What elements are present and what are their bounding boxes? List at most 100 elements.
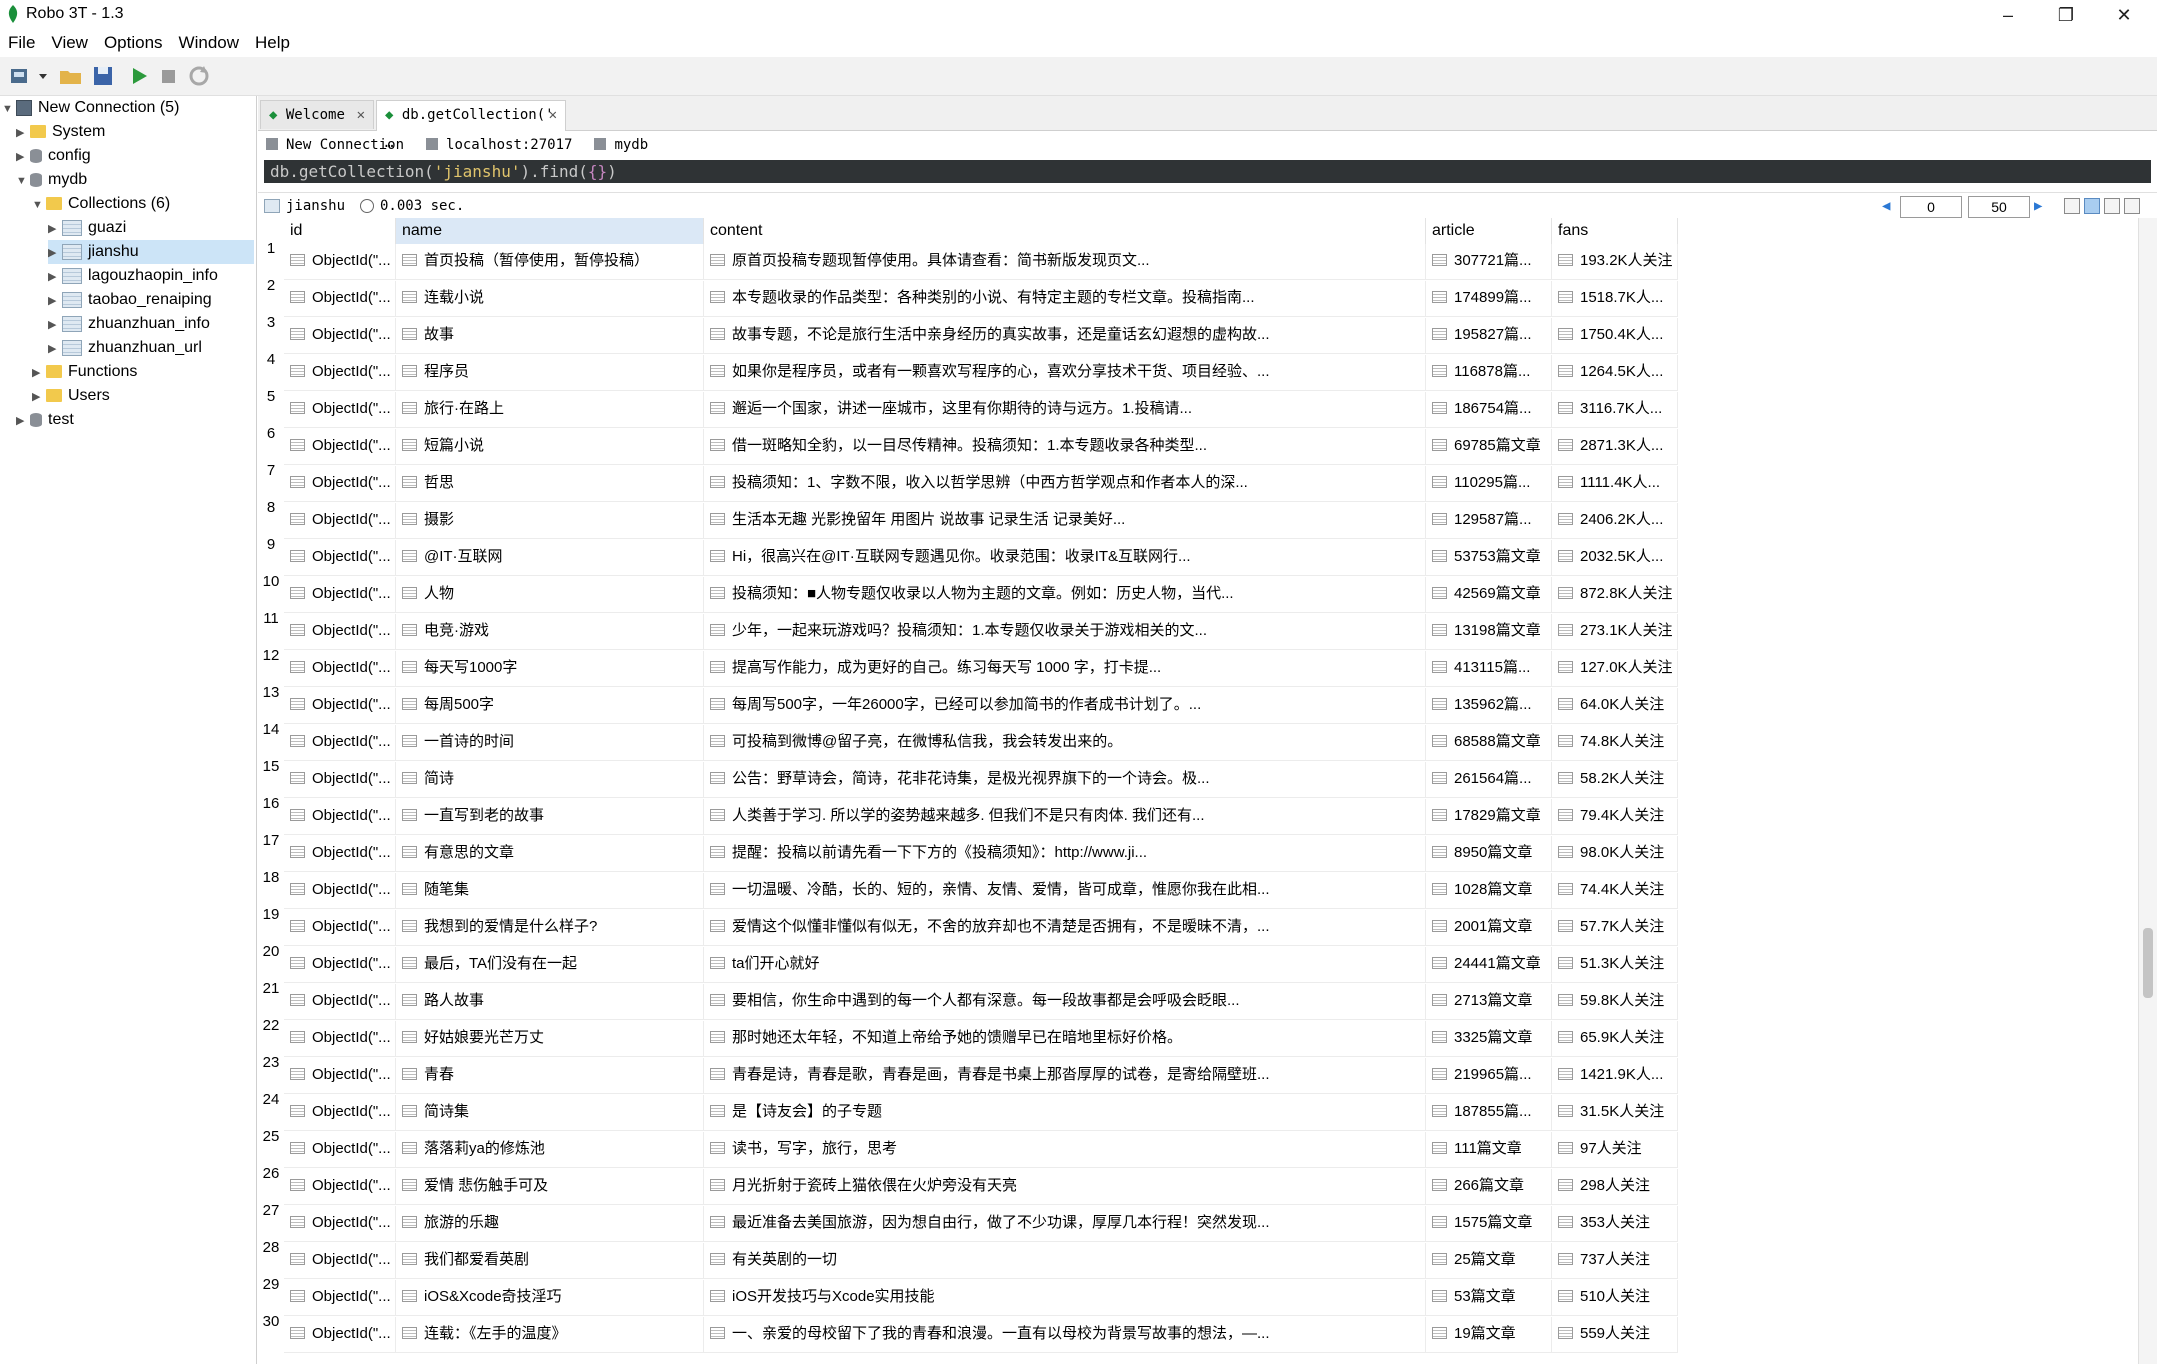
expand-arrow-icon[interactable]: ▶ xyxy=(32,361,46,385)
cell-id[interactable]: ObjectId("... xyxy=(284,762,396,798)
cell-name[interactable]: 故事 xyxy=(396,318,704,354)
open-folder-icon[interactable] xyxy=(58,63,84,89)
tree-collection-zhuanzhuan-info[interactable]: ▶ zhuanzhuan_info xyxy=(48,312,210,336)
cell-content[interactable]: 故事专题，不论是旅行生活中亲身经历的真实故事，还是童话玄幻遐想的虚构故... xyxy=(704,318,1426,354)
save-icon[interactable] xyxy=(90,63,116,89)
cell-fans[interactable]: 273.1K人关注 xyxy=(1552,614,1678,650)
cell-name[interactable]: 路人故事 xyxy=(396,984,704,1020)
menu-help[interactable]: Help xyxy=(247,30,298,56)
cell-fans[interactable]: 353人关注 xyxy=(1552,1206,1678,1242)
tree-config[interactable]: ▶ config xyxy=(16,144,91,168)
cell-id[interactable]: ObjectId("... xyxy=(284,614,396,650)
tree-collection-jianshu[interactable]: ▶ jianshu xyxy=(48,240,254,264)
cell-fans[interactable]: 74.4K人关注 xyxy=(1552,873,1678,909)
cell-article[interactable]: 111篇文章 xyxy=(1426,1132,1552,1168)
cell-name[interactable]: 我想到的爱情是什么样子? xyxy=(396,910,704,946)
cell-article[interactable]: 413115篇... xyxy=(1426,651,1552,687)
tree-test[interactable]: ▶ test xyxy=(16,408,74,432)
menu-view[interactable]: View xyxy=(43,30,96,56)
cell-article[interactable]: 307721篇... xyxy=(1426,244,1552,280)
cell-id[interactable]: ObjectId("... xyxy=(284,503,396,539)
cell-article[interactable]: 1028篇文章 xyxy=(1426,873,1552,909)
cell-name[interactable]: 连载：《左手的温度》 xyxy=(396,1317,704,1353)
cell-id[interactable]: ObjectId("... xyxy=(284,540,396,576)
cell-article[interactable]: 187855篇... xyxy=(1426,1095,1552,1131)
cell-id[interactable]: ObjectId("... xyxy=(284,429,396,465)
cell-content[interactable]: iOS开发技巧与Xcode实用技能 xyxy=(704,1280,1426,1316)
connect-icon[interactable] xyxy=(8,63,34,89)
cell-name[interactable]: 青春 xyxy=(396,1058,704,1094)
cell-article[interactable]: 53753篇文章 xyxy=(1426,540,1552,576)
cell-fans[interactable]: 74.8K人关注 xyxy=(1552,725,1678,761)
cell-fans[interactable]: 298人关注 xyxy=(1552,1169,1678,1205)
cell-content[interactable]: 可投稿到微博@留子亮，在微博私信我，我会转发出来的。 xyxy=(704,725,1426,761)
cell-fans[interactable]: 79.4K人关注 xyxy=(1552,799,1678,835)
page-from-input[interactable]: 0 xyxy=(1900,196,1962,218)
expand-arrow-icon[interactable]: ▶ xyxy=(48,289,62,313)
cell-id[interactable]: ObjectId("... xyxy=(284,1280,396,1316)
cell-id[interactable]: ObjectId("... xyxy=(284,1243,396,1279)
tree-collection-taobao[interactable]: ▶ taobao_renaiping xyxy=(48,288,212,312)
scrollbar-thumb[interactable] xyxy=(2143,928,2153,998)
cell-name[interactable]: 好姑娘要光芒万丈 xyxy=(396,1021,704,1057)
cell-fans[interactable]: 59.8K人关注 xyxy=(1552,984,1678,1020)
column-header-name[interactable]: name xyxy=(396,218,704,244)
cell-name[interactable]: iOS&Xcode奇技淫巧 xyxy=(396,1280,704,1316)
cell-id[interactable]: ObjectId("... xyxy=(284,577,396,613)
column-header-article[interactable]: article xyxy=(1426,218,1552,244)
cell-content[interactable]: 本专题收录的作品类型：各种类别的小说、有特定主题的专栏文章。投稿指南... xyxy=(704,281,1426,317)
cell-id[interactable]: ObjectId("... xyxy=(284,725,396,761)
cell-article[interactable]: 186754篇... xyxy=(1426,392,1552,428)
cell-id[interactable]: ObjectId("... xyxy=(284,688,396,724)
cell-article[interactable]: 1575篇文章 xyxy=(1426,1206,1552,1242)
cell-id[interactable]: ObjectId("... xyxy=(284,1095,396,1131)
cell-id[interactable]: ObjectId("... xyxy=(284,799,396,835)
cell-fans[interactable]: 65.9K人关注 xyxy=(1552,1021,1678,1057)
cell-content[interactable]: 一、亲爱的母校留下了我的青春和浪漫。一直有以母校为背景写故事的想法，—... xyxy=(704,1317,1426,1353)
cell-name[interactable]: 简诗 xyxy=(396,762,704,798)
cell-content[interactable]: 是【诗友会】的子专题 xyxy=(704,1095,1426,1131)
cell-content[interactable]: 投稿须知：1、字数不限，收入以哲学思辨（中西方哲学观点和作者本人的深... xyxy=(704,466,1426,502)
menu-options[interactable]: Options xyxy=(96,30,171,56)
cell-content[interactable]: 青春是诗，青春是歌，青春是画，青春是书桌上那沓厚厚的试卷，是寄给隔壁班... xyxy=(704,1058,1426,1094)
cell-content[interactable]: 那时她还太年轻，不知道上帝给予她的馈赠早已在暗地里标好价格。 xyxy=(704,1021,1426,1057)
cell-name[interactable]: 一首诗的时间 xyxy=(396,725,704,761)
cell-name[interactable]: 旅行·在路上 xyxy=(396,392,704,428)
close-tab-icon[interactable]: ✕ xyxy=(549,101,557,129)
cell-id[interactable]: ObjectId("... xyxy=(284,466,396,502)
cell-fans[interactable]: 64.0K人关注 xyxy=(1552,688,1678,724)
cell-name[interactable]: 首页投稿（暂停使用，暂停投稿） xyxy=(396,244,704,280)
cell-content[interactable]: 提高写作能力，成为更好的自己。练习每天写 1000 字，打卡提... xyxy=(704,651,1426,687)
tree-system[interactable]: ▶ System xyxy=(16,120,105,144)
menu-file[interactable]: File xyxy=(0,30,43,56)
cell-id[interactable]: ObjectId("... xyxy=(284,947,396,983)
expand-arrow-icon[interactable]: ▶ xyxy=(16,121,30,145)
cell-id[interactable]: ObjectId("... xyxy=(284,1206,396,1242)
cell-content[interactable]: 每周写500字，一年26000字，已经可以参加简书的作者成书计划了。... xyxy=(704,688,1426,724)
cell-fans[interactable]: 2406.2K人... xyxy=(1552,503,1678,539)
cell-article[interactable]: 129587篇... xyxy=(1426,503,1552,539)
cell-content[interactable]: 借一斑略知全豹，以一目尽传精神。投稿须知：1.本专题收录各种类型... xyxy=(704,429,1426,465)
tree-collections[interactable]: ▼ Collections (6) xyxy=(32,192,170,216)
cell-article[interactable]: 8950篇文章 xyxy=(1426,836,1552,872)
expand-arrow-icon[interactable]: ▶ xyxy=(48,265,62,289)
cell-content[interactable]: 提醒：投稿以前请先看一下下方的《投稿须知》：http://www.ji... xyxy=(704,836,1426,872)
tree-collection-zhuanzhuan-url[interactable]: ▶ zhuanzhuan_url xyxy=(48,336,202,360)
next-page-icon[interactable]: ▶ xyxy=(2034,193,2042,219)
cell-article[interactable]: 195827篇... xyxy=(1426,318,1552,354)
custom-view-icon[interactable] xyxy=(2124,198,2140,214)
cell-content[interactable]: 生活本无趣 光影挽留年 用图片 说故事 记录生活 记录美好... xyxy=(704,503,1426,539)
cell-article[interactable]: 110295篇... xyxy=(1426,466,1552,502)
tree-view-icon[interactable] xyxy=(2064,198,2080,214)
cell-article[interactable]: 2713篇文章 xyxy=(1426,984,1552,1020)
cell-article[interactable]: 2001篇文章 xyxy=(1426,910,1552,946)
cell-article[interactable]: 3325篇文章 xyxy=(1426,1021,1552,1057)
cell-name[interactable]: 连载小说 xyxy=(396,281,704,317)
cell-id[interactable]: ObjectId("... xyxy=(284,1021,396,1057)
cell-name[interactable]: 每天写1000字 xyxy=(396,651,704,687)
cell-content[interactable]: 月光折射于瓷砖上猫依偎在火炉旁没有天亮 xyxy=(704,1169,1426,1205)
cell-name[interactable]: 旅游的乐趣 xyxy=(396,1206,704,1242)
cell-fans[interactable]: 1264.5K人... xyxy=(1552,355,1678,391)
rotate-icon[interactable] xyxy=(186,63,212,89)
cell-id[interactable]: ObjectId("... xyxy=(284,1132,396,1168)
